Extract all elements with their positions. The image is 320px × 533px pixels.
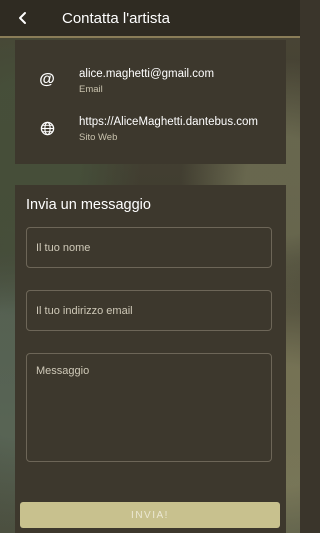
email-label: Email <box>79 84 103 95</box>
contact-row-website[interactable]: https://AliceMaghetti.dantebus.com Sito … <box>15 110 286 150</box>
back-button[interactable] <box>8 0 38 37</box>
chevron-left-icon <box>19 12 26 24</box>
message-form: Invia un messaggio <box>15 185 286 533</box>
send-button[interactable]: INVIA! <box>20 502 280 528</box>
website-label: Sito Web <box>79 132 118 143</box>
globe-icon <box>37 118 57 138</box>
message-textarea[interactable] <box>26 353 272 462</box>
top-app-bar: Contatta l'artista <box>0 0 300 38</box>
at-icon: @ <box>39 71 55 88</box>
contact-info-card: @ alice.maghetti@gmail.com Email https:/… <box>15 40 286 164</box>
page-title: Contatta l'artista <box>62 9 170 27</box>
email-input[interactable] <box>26 290 272 331</box>
contact-row-email[interactable]: @ alice.maghetti@gmail.com Email <box>15 62 286 102</box>
email-value: alice.maghetti@gmail.com <box>79 68 215 80</box>
form-title: Invia un messaggio <box>26 197 151 213</box>
name-input[interactable] <box>26 227 272 268</box>
website-value: https://AliceMaghetti.dantebus.com <box>79 116 258 128</box>
